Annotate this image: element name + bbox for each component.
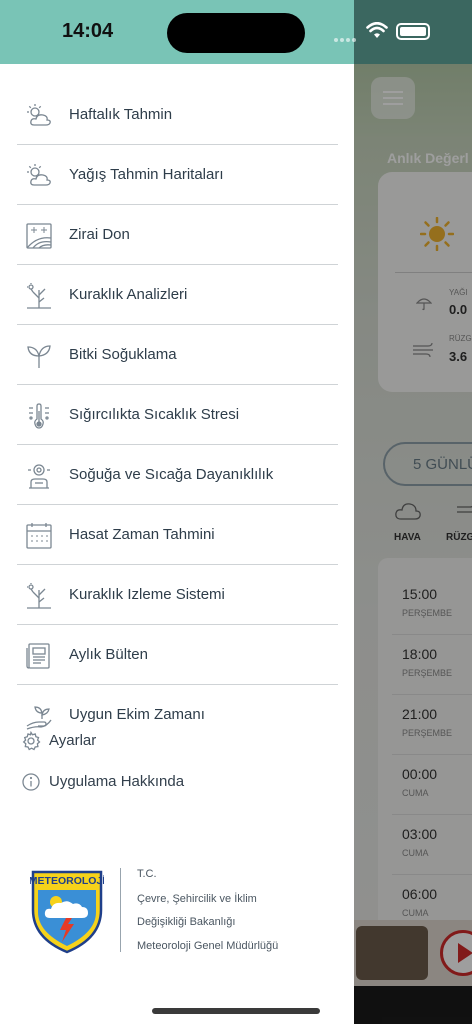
frost-field-icon: [25, 222, 53, 250]
menu-item-label: Yağış Tahmin Haritaları: [69, 166, 224, 183]
menu-item-harvest-time[interactable]: Hasat Zaman Tahmini: [17, 506, 338, 565]
menu-item-label: Sığırcılıkta Sıcaklık Stresi: [69, 406, 240, 423]
svg-text:METEOROLOJİ: METEOROLOJİ: [30, 874, 104, 887]
menu-item-label: Bitki Soğuklama: [69, 346, 177, 363]
settings-label: Ayarlar: [49, 732, 97, 749]
menu-item-monthly-bulletin[interactable]: Aylık Bülten: [17, 626, 338, 685]
gear-icon: [21, 731, 41, 751]
menu-item-drought-analysis[interactable]: Kuraklık Analizleri: [17, 266, 338, 325]
menu-item-label: Aylık Bülten: [69, 646, 148, 663]
menu-item-label: Kuraklık Analizleri: [69, 286, 188, 303]
menu-item-precip-maps[interactable]: Yağış Tahmin Haritaları: [17, 146, 338, 205]
bulletin-icon: [25, 642, 53, 670]
menu-item-cold-heat-resistance[interactable]: Soğuğa ve Sıcağa Dayanıklılık: [17, 446, 338, 505]
org-line-3: Değişikliği Bakanlığı: [137, 916, 236, 928]
footer-divider: [120, 868, 121, 952]
signal-icon: [334, 29, 360, 42]
sprout-icon: [25, 342, 53, 370]
menu-item-weekly-forecast[interactable]: Haftalık Tahmin: [17, 86, 338, 145]
meteoroloji-logo: METEOROLOJİ: [30, 866, 104, 954]
org-line-4: Meteoroloji Genel Müdürlüğü: [137, 940, 279, 952]
about-label: Uygulama Hakkında: [49, 773, 185, 790]
drought-tree-icon: [25, 282, 53, 310]
org-line-1: T.C.: [137, 868, 157, 880]
status-time: 14:04: [62, 20, 114, 42]
menu-item-frost[interactable]: Zirai Don: [17, 206, 338, 265]
menu-item-drought-monitoring[interactable]: Kuraklık Izleme Sistemi: [17, 566, 338, 625]
about-app-button[interactable]: Uygulama Hakkında: [20, 767, 320, 797]
drought-tree-icon: [25, 582, 53, 610]
partly-cloudy-icon: [25, 162, 53, 190]
menu-item-label: Haftalık Tahmin: [69, 106, 173, 123]
menu-item-label: Soğuğa ve Sıcağa Dayanıklılık: [69, 466, 274, 483]
thermometer-icon: [25, 402, 53, 430]
partly-cloudy-icon: [25, 102, 53, 130]
menu-item-plant-chilling[interactable]: Bitki Soğuklama: [17, 326, 338, 385]
info-icon: [21, 772, 41, 792]
dynamic-island: [167, 13, 305, 53]
menu-item-cattle-heat-stress[interactable]: Sığırcılıkta Sıcaklık Stresi: [17, 386, 338, 445]
calendar-icon: [25, 522, 53, 550]
wifi-icon: [366, 22, 388, 40]
menu-item-label: Uygun Ekim Zamanı: [69, 706, 205, 723]
home-indicator[interactable]: [152, 1008, 320, 1014]
org-line-2: Çevre, Şehircilik ve İklim: [137, 893, 257, 905]
menu-item-label: Kuraklık Izleme Sistemi: [69, 586, 225, 603]
settings-button[interactable]: Ayarlar: [20, 726, 320, 756]
resistance-icon: [25, 462, 53, 490]
app-screen: Anlık Değerl YAĞI 0.0 RÜZG 3.6 5 GÜNLÜ H…: [0, 0, 472, 1024]
menu-item-label: Zirai Don: [69, 226, 130, 243]
navigation-drawer: Haftalık Tahmin Yağış Tahmin Haritaları …: [0, 64, 354, 1024]
menu-item-label: Hasat Zaman Tahmini: [69, 526, 215, 543]
battery-icon: [396, 23, 430, 40]
